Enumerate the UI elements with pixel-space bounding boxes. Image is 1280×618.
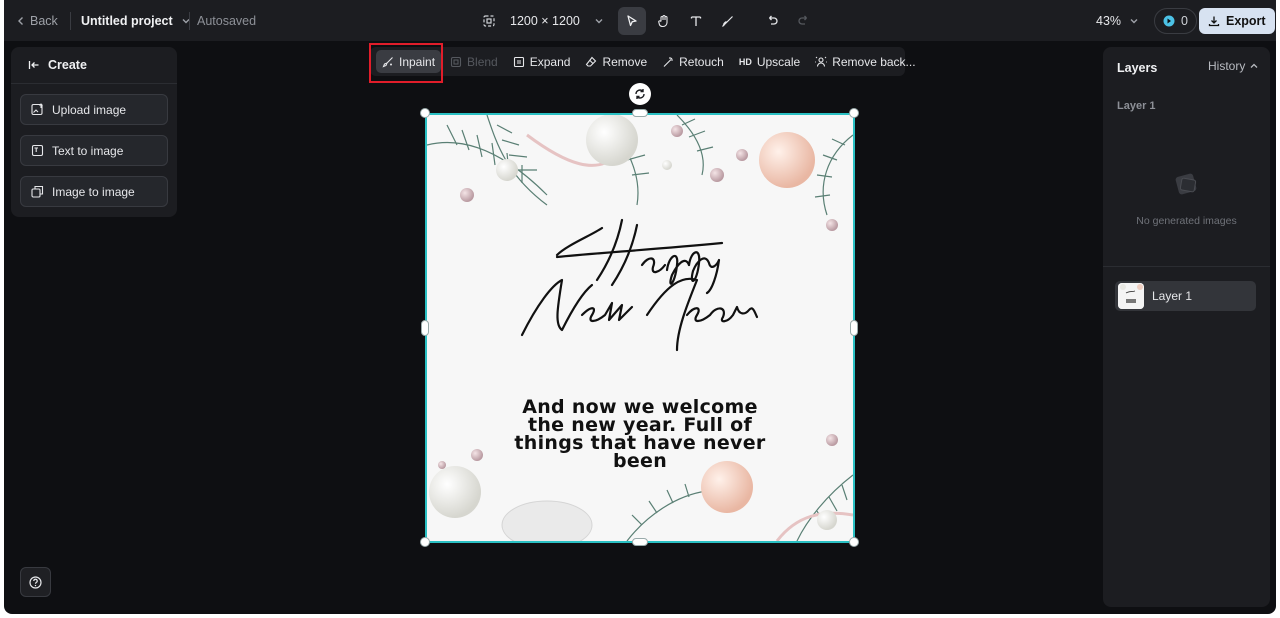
expand-button[interactable]: Expand <box>507 50 577 73</box>
layers-tab[interactable]: Layers <box>1117 61 1157 75</box>
brush-tool-button[interactable] <box>714 7 742 35</box>
layers-panel: Layers History Layer 1 No generated imag… <box>1103 47 1270 607</box>
resize-handle-bottom[interactable] <box>632 538 648 546</box>
canvas-tools <box>618 0 818 41</box>
hand-tool-button[interactable] <box>650 7 678 35</box>
history-group-label: Layer 1 <box>1117 100 1156 112</box>
retouch-icon <box>663 56 674 67</box>
text-to-image-button[interactable]: Text to image <box>20 135 168 166</box>
canvas-size-dropdown[interactable]: 1200 × 1200 <box>482 0 604 41</box>
eraser-icon <box>586 56 597 67</box>
top-bar: Back Untitled project Autosaved 1200 × 1… <box>4 0 1276 41</box>
blend-label: Blend <box>467 54 498 69</box>
layer-name: Layer 1 <box>1152 289 1193 303</box>
cursor-icon <box>627 14 637 26</box>
credits-button[interactable]: 0 <box>1154 8 1197 34</box>
retouch-label: Retouch <box>679 54 724 69</box>
empty-history-text: No generated images <box>1136 215 1237 227</box>
download-icon <box>1208 16 1220 27</box>
hd-badge-icon: HD <box>738 56 752 67</box>
layer-item[interactable]: Layer 1 <box>1115 281 1256 311</box>
text-icon <box>690 15 702 26</box>
greeting-message: And now we welcome the new year. Full of… <box>427 398 853 472</box>
credits-icon <box>1163 15 1175 27</box>
zoom-dropdown[interactable]: 43% <box>1096 0 1139 41</box>
remove-label: Remove <box>602 54 648 69</box>
retouch-button[interactable]: Retouch <box>656 50 730 73</box>
resize-handle-top-right[interactable] <box>849 108 859 118</box>
create-panel: Create Upload image Text to image Image … <box>11 47 177 217</box>
undo-button[interactable] <box>758 7 786 35</box>
inpaint-highlight-box <box>369 43 443 83</box>
help-button[interactable] <box>20 567 51 597</box>
create-panel-header[interactable]: Create <box>11 47 177 84</box>
upscale-button[interactable]: HD Upscale <box>733 50 806 73</box>
collapse-left-icon <box>28 61 39 69</box>
history-label: History <box>1208 59 1246 73</box>
divider <box>189 12 190 30</box>
undo-icon <box>769 15 778 25</box>
resize-handle-left[interactable] <box>421 320 429 336</box>
divider <box>70 12 71 30</box>
canvas-size: 1200 × 1200 <box>510 13 580 28</box>
image-edit-toolbar: Inpaint Blend Expand Remove Retouch HD U… <box>370 47 916 76</box>
upload-image-button[interactable]: Upload image <box>20 94 168 125</box>
create-panel-title: Create <box>48 58 87 72</box>
empty-images-icon <box>1175 173 1197 195</box>
editor-app: Back Untitled project Autosaved 1200 × 1… <box>4 0 1276 614</box>
divider <box>1103 266 1270 267</box>
save-status: Autosaved <box>197 13 257 28</box>
back-button[interactable]: Back <box>16 0 58 41</box>
chevron-down-icon <box>595 18 603 23</box>
layer-thumbnail <box>1118 283 1144 309</box>
redo-button[interactable] <box>790 7 818 35</box>
project-name-dropdown[interactable]: Untitled project <box>81 0 191 41</box>
zoom-level: 43% <box>1096 13 1122 28</box>
text-to-image-icon <box>31 144 44 157</box>
canvas-image[interactable]: And now we welcome the new year. Full of… <box>425 113 855 543</box>
redo-icon <box>798 15 807 25</box>
text-tool-button[interactable] <box>682 7 710 35</box>
greeting-card-image <box>427 115 853 541</box>
layer-thumbnail-image <box>1118 283 1144 309</box>
upscale-label: Upscale <box>756 54 801 69</box>
history-toggle[interactable]: History <box>1208 59 1259 73</box>
expand-icon <box>513 56 524 67</box>
message-line: been <box>612 450 668 472</box>
help-icon <box>29 575 42 589</box>
project-name: Untitled project <box>81 13 173 28</box>
chevron-up-icon <box>1250 63 1258 68</box>
select-tool-button[interactable] <box>618 6 646 35</box>
resize-handle-bottom-left[interactable] <box>420 537 430 547</box>
blend-icon <box>450 56 462 67</box>
remove-background-icon <box>815 56 827 67</box>
remove-button[interactable]: Remove <box>579 50 653 73</box>
resize-handle-bottom-right[interactable] <box>849 537 859 547</box>
remove-background-button[interactable]: Remove back... <box>809 50 921 73</box>
back-label: Back <box>30 13 58 28</box>
resize-handle-top[interactable] <box>632 109 648 117</box>
image-to-image-icon <box>31 185 44 198</box>
image-to-image-label: Image to image <box>52 184 135 199</box>
resize-handle-top-left[interactable] <box>420 108 430 118</box>
resize-handle-right[interactable] <box>850 320 858 336</box>
export-label: Export <box>1226 14 1266 28</box>
blend-button[interactable]: Blend <box>444 50 504 73</box>
upload-image-icon <box>31 103 43 116</box>
chevron-left-icon <box>18 16 23 25</box>
image-to-image-button[interactable]: Image to image <box>20 176 168 207</box>
remove-background-label: Remove back... <box>832 54 916 69</box>
rotate-icon <box>635 89 645 99</box>
chevron-down-icon <box>1130 18 1138 23</box>
resize-icon <box>483 14 495 27</box>
upload-image-label: Upload image <box>52 102 127 117</box>
rotate-handle[interactable] <box>629 83 651 105</box>
credits-count: 0 <box>1181 14 1188 28</box>
hand-icon <box>658 14 668 27</box>
text-to-image-label: Text to image <box>52 143 124 158</box>
export-button[interactable]: Export <box>1199 8 1275 34</box>
brush-icon <box>722 15 733 27</box>
expand-label: Expand <box>529 54 571 69</box>
